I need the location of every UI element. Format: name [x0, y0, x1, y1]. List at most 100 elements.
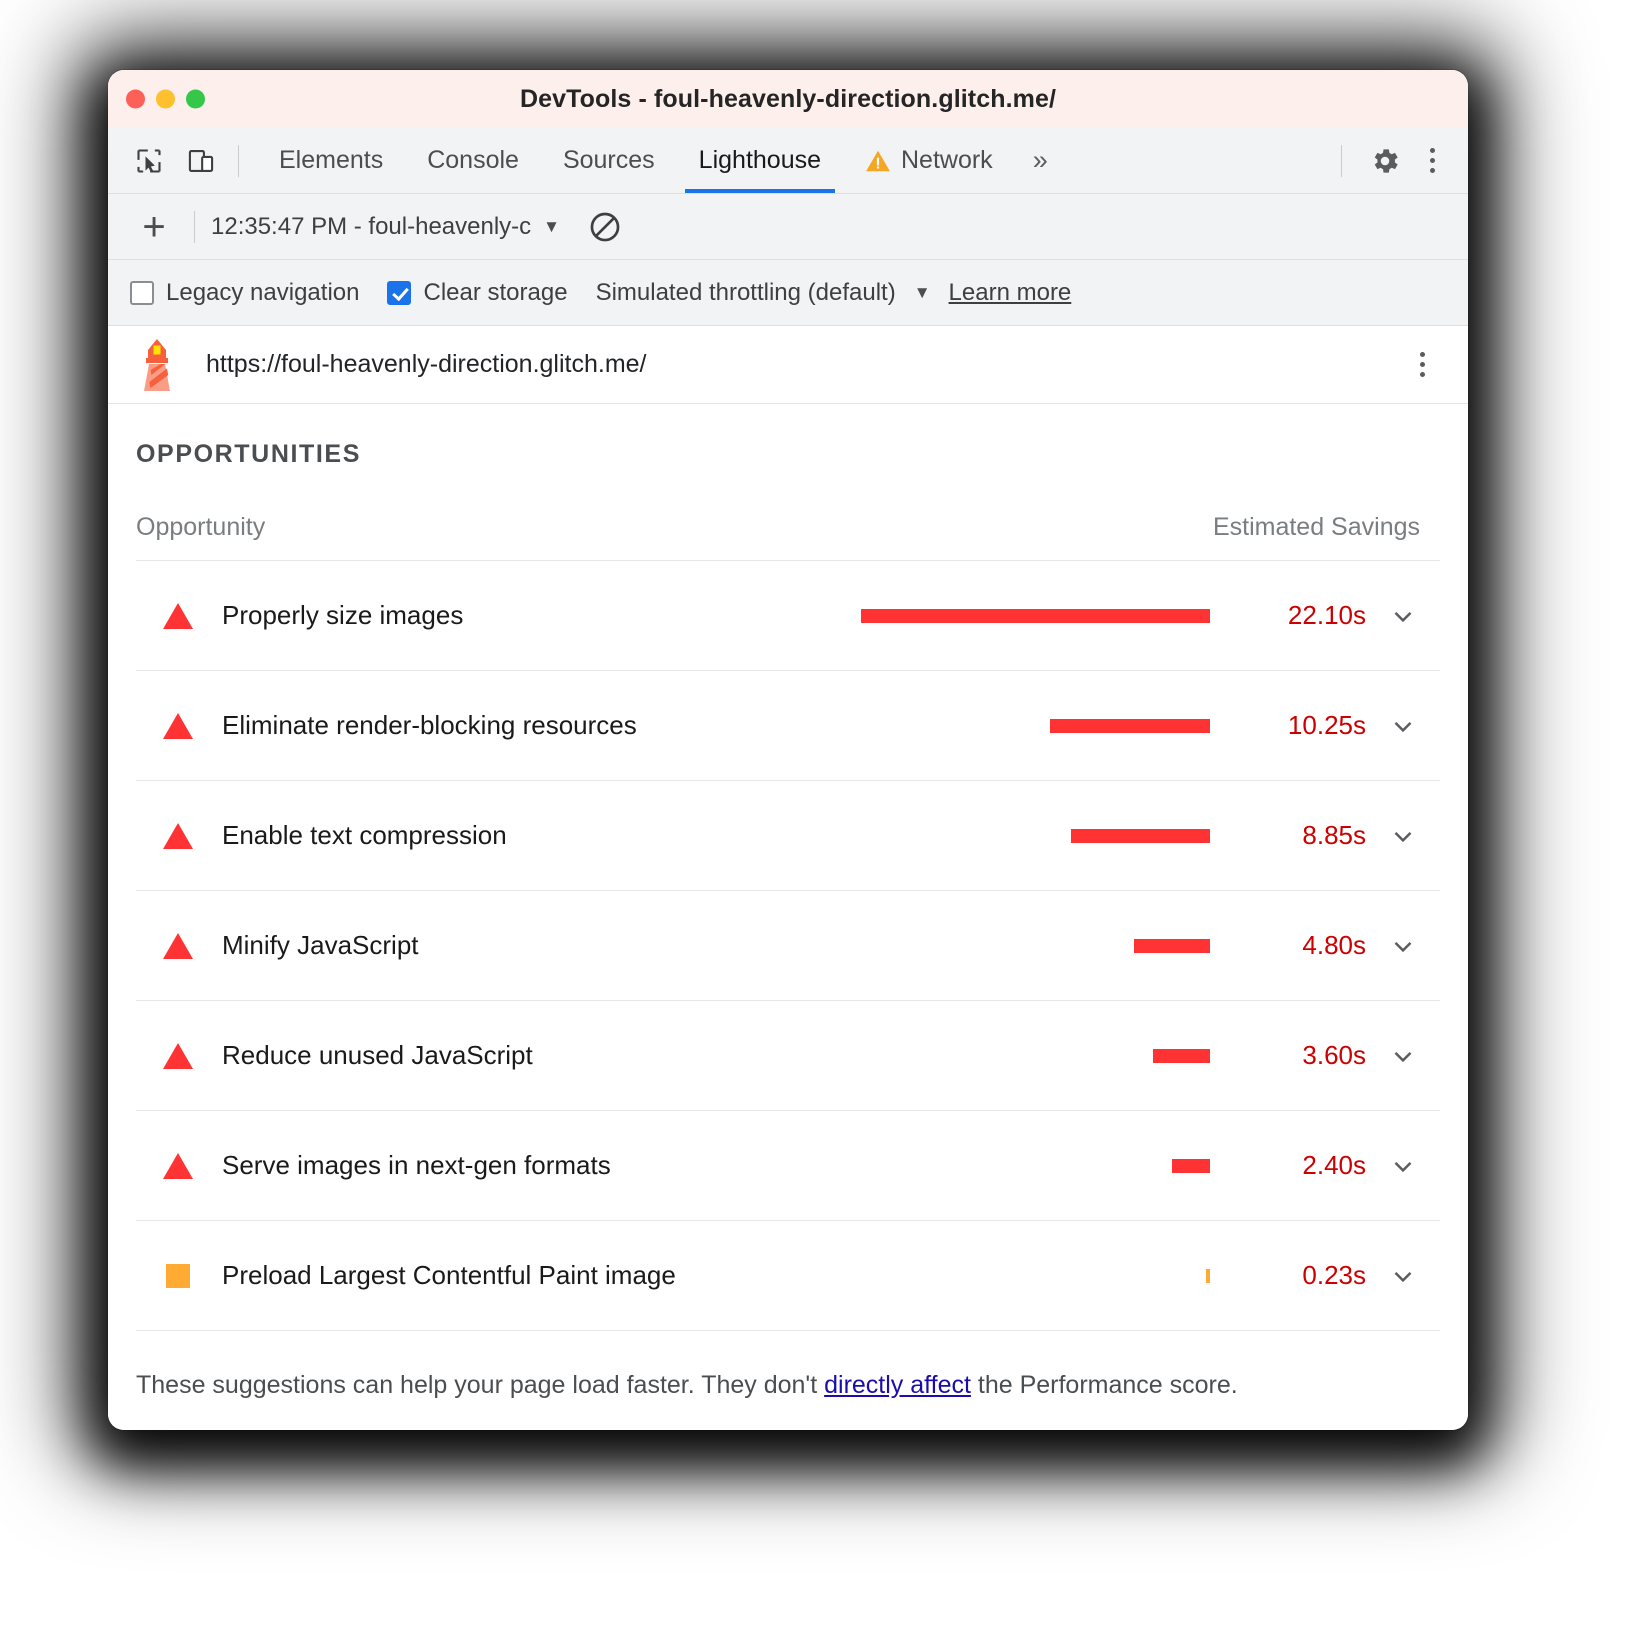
opportunity-label: Eliminate render-blocking resources [222, 710, 850, 741]
clear-storage-box[interactable] [387, 281, 411, 305]
tab-sources[interactable]: Sources [541, 128, 677, 193]
throttling-select-label[interactable]: Simulated throttling (default) [596, 279, 896, 307]
screenshot-root: DevTools - foul-heavenly-direction.glitc… [0, 0, 1648, 1648]
table-row[interactable]: Reduce unused JavaScript 3.60s [136, 1001, 1440, 1111]
tab-network-label: Network [901, 146, 993, 175]
savings-bar-track [850, 609, 1210, 623]
tab-console-label: Console [427, 146, 519, 175]
lighthouse-runbar: + 12:35:47 PM - foul-heavenly-c ▼ [108, 194, 1468, 260]
opportunity-label: Reduce unused JavaScript [222, 1040, 850, 1071]
panel-tabs: Elements Console Sources Lighthouse [257, 128, 1066, 193]
tab-elements-label: Elements [279, 146, 383, 175]
savings-bar-track [850, 719, 1210, 733]
footer-text-after: the Performance score. [971, 1371, 1238, 1399]
close-window-button[interactable] [126, 90, 145, 109]
savings-bar [1050, 719, 1210, 733]
savings-bar-track [850, 1159, 1210, 1173]
tab-network[interactable]: Network [843, 128, 1015, 193]
table-row[interactable]: Enable text compression8.85s [136, 781, 1440, 891]
more-tabs-label: » [1033, 145, 1048, 176]
column-header-opportunity: Opportunity [136, 513, 1213, 542]
savings-bar-track [850, 829, 1210, 843]
zoom-window-button[interactable] [186, 90, 205, 109]
report-url-row: https://foul-heavenly-direction.glitch.m… [108, 326, 1468, 404]
inspect-icon[interactable] [130, 142, 168, 180]
window-title: DevTools - foul-heavenly-direction.glitc… [520, 85, 1056, 114]
opportunity-label: Enable text compression [222, 820, 850, 851]
tab-lighthouse-label: Lighthouse [699, 146, 821, 175]
column-header-savings: Estimated Savings [1213, 513, 1440, 542]
devtools-tool-buttons [130, 142, 220, 180]
clear-storage-label: Clear storage [423, 279, 567, 307]
fail-triangle-glyph [163, 603, 193, 629]
average-square-icon [150, 1264, 206, 1288]
no-entry-icon[interactable] [586, 208, 624, 246]
new-report-button[interactable]: + [130, 207, 178, 247]
savings-value: 3.60s [1234, 1040, 1366, 1071]
chevron-down-icon[interactable] [1366, 1151, 1440, 1181]
fail-triangle-icon [150, 603, 206, 629]
savings-bar [1206, 1269, 1210, 1283]
savings-value: 10.25s [1234, 710, 1366, 741]
report-footer-note: These suggestions can help your page loa… [108, 1331, 1468, 1400]
tab-elements[interactable]: Elements [257, 128, 405, 193]
savings-bar [1153, 1049, 1210, 1063]
device-toolbar-icon[interactable] [182, 142, 220, 180]
footer-text-before: These suggestions can help your page loa… [136, 1371, 824, 1399]
clear-storage-checkbox[interactable]: Clear storage [387, 279, 567, 307]
opportunities-table: Opportunity Estimated Savings Properly s… [108, 513, 1468, 1331]
devtools-tabstrip: Elements Console Sources Lighthouse [108, 128, 1468, 194]
report-select[interactable]: 12:35:47 PM - foul-heavenly-c ▼ [211, 213, 560, 241]
traffic-lights [126, 90, 205, 109]
right-tools-divider [1341, 145, 1342, 177]
chevron-down-icon[interactable]: ▼ [914, 283, 931, 303]
chevron-down-icon[interactable] [1366, 821, 1440, 851]
chevron-down-icon[interactable] [1366, 1261, 1440, 1291]
fail-triangle-glyph [163, 1043, 193, 1069]
table-row[interactable]: Properly size images 22.10s [136, 561, 1440, 671]
savings-bar [861, 609, 1210, 623]
fail-triangle-icon [150, 933, 206, 959]
savings-bar [1172, 1159, 1210, 1173]
savings-bar-track [850, 939, 1210, 953]
savings-value: 2.40s [1234, 1150, 1366, 1181]
fail-triangle-glyph [163, 1153, 193, 1179]
savings-bar [1071, 829, 1210, 843]
chevron-down-icon[interactable] [1366, 1041, 1440, 1071]
fail-triangle-glyph [163, 933, 193, 959]
chevron-down-icon[interactable] [1366, 931, 1440, 961]
kebab-menu-icon[interactable] [1410, 139, 1454, 183]
fail-triangle-glyph [163, 713, 193, 739]
fail-triangle-icon [150, 713, 206, 739]
report-url: https://foul-heavenly-direction.glitch.m… [206, 350, 647, 379]
legacy-navigation-box[interactable] [130, 281, 154, 305]
runbar-divider [194, 211, 195, 243]
tab-lighthouse[interactable]: Lighthouse [677, 128, 843, 193]
learn-more-link[interactable]: Learn more [949, 279, 1072, 307]
savings-value: 0.23s [1234, 1260, 1366, 1291]
lighthouse-report-body: OPPORTUNITIES Opportunity Estimated Savi… [108, 404, 1468, 1430]
minimize-window-button[interactable] [156, 90, 175, 109]
toolbar-divider [238, 145, 239, 177]
table-row[interactable]: Minify JavaScript4.80s [136, 891, 1440, 1001]
savings-bar-track [850, 1269, 1210, 1283]
directly-affect-link[interactable]: directly affect [824, 1371, 971, 1399]
tab-console[interactable]: Console [405, 128, 541, 193]
table-row[interactable]: Preload Largest Contentful Paint image 0.… [136, 1221, 1440, 1331]
report-kebab-menu-icon[interactable] [1400, 343, 1444, 387]
gear-icon[interactable] [1366, 142, 1404, 180]
savings-value: 22.10s [1234, 600, 1366, 631]
opportunity-label: Properly size images [222, 600, 850, 631]
window-titlebar: DevTools - foul-heavenly-direction.glitc… [108, 70, 1468, 128]
warning-triangle-icon [865, 149, 891, 173]
more-tabs-button[interactable]: » [1015, 128, 1066, 193]
average-square-glyph [166, 1264, 190, 1288]
chevron-down-icon[interactable] [1366, 711, 1440, 741]
opportunity-label: Preload Largest Contentful Paint image [222, 1260, 850, 1291]
legacy-navigation-checkbox[interactable]: Legacy navigation [130, 279, 359, 307]
opportunity-label: Serve images in next-gen formats [222, 1150, 850, 1181]
fail-triangle-glyph [163, 823, 193, 849]
chevron-down-icon[interactable] [1366, 601, 1440, 631]
table-row[interactable]: Serve images in next-gen formats 2.40s [136, 1111, 1440, 1221]
table-row[interactable]: Eliminate render-blocking resources 10.25… [136, 671, 1440, 781]
